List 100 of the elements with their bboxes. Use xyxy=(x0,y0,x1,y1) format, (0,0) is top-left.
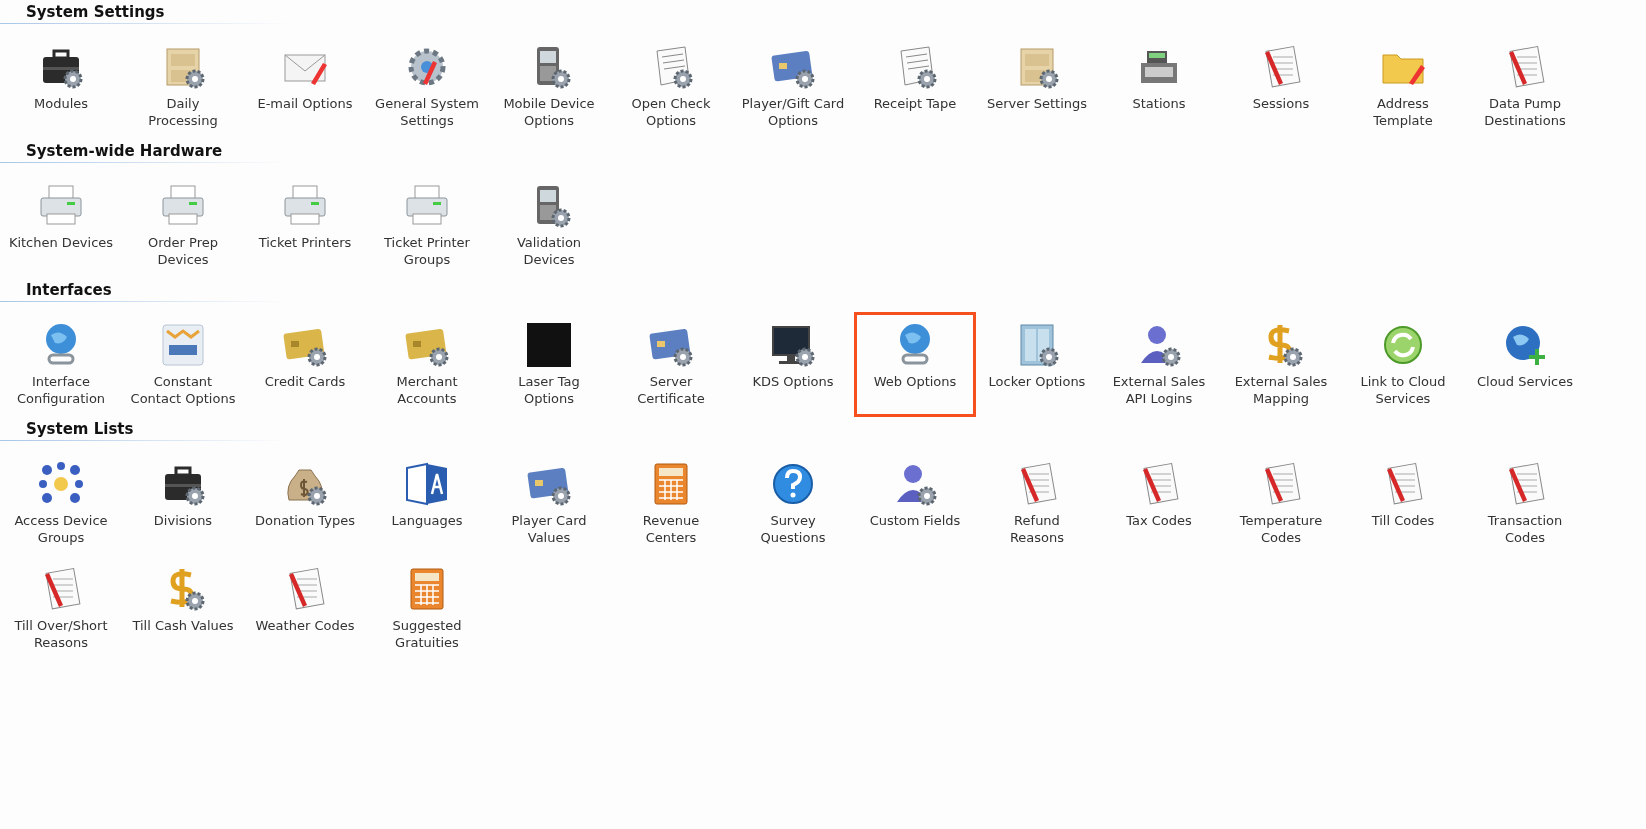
settings-tile[interactable]: Address Template xyxy=(1342,34,1464,139)
settings-tile[interactable]: Daily Processing xyxy=(122,34,244,139)
tile-label: Ticket Printers xyxy=(258,234,352,251)
tile-label: External Sales Mapping xyxy=(1234,373,1328,407)
settings-tile[interactable]: General System Settings xyxy=(366,34,488,139)
tile-label: Sessions xyxy=(1252,95,1310,112)
settings-tile[interactable]: Web Options xyxy=(854,312,976,417)
tile-label: Till Codes xyxy=(1371,512,1435,529)
tile-label: Player Card Values xyxy=(511,512,587,546)
settings-tile[interactable]: Donation Types xyxy=(244,451,366,556)
tile-label: Refund Reasons xyxy=(1009,512,1065,546)
settings-tile[interactable]: Cloud Services xyxy=(1464,312,1586,417)
settings-tile[interactable]: Transaction Codes xyxy=(1464,451,1586,556)
settings-tile[interactable]: Languages xyxy=(366,451,488,556)
settings-tile[interactable]: Stations xyxy=(1098,34,1220,139)
section-heading: System Lists xyxy=(25,419,134,440)
tile-label: Ticket Printer Groups xyxy=(384,234,470,268)
logo-icon xyxy=(159,321,207,369)
settings-tile[interactable]: KDS Options xyxy=(732,312,854,417)
settings-tile[interactable]: Server Certificate xyxy=(610,312,732,417)
settings-tile[interactable]: Validation Devices xyxy=(488,173,610,278)
tile-label: Open Check Options xyxy=(631,95,711,129)
settings-tile[interactable]: Sessions xyxy=(1220,34,1342,139)
settings-tile[interactable]: Merchant Accounts xyxy=(366,312,488,417)
tile-label: Kitchen Devices xyxy=(8,234,114,251)
settings-tile[interactable]: Laser Tag Options xyxy=(488,312,610,417)
settings-tile[interactable]: Temperature Codes xyxy=(1220,451,1342,556)
settings-tile[interactable]: Refund Reasons xyxy=(976,451,1098,556)
settings-tile[interactable]: Open Check Options xyxy=(610,34,732,139)
settings-tile[interactable]: External Sales Mapping xyxy=(1220,312,1342,417)
settings-tile[interactable]: Receipt Tape xyxy=(854,34,976,139)
tile-label: Credit Cards xyxy=(264,373,346,390)
tile-label: Cloud Services xyxy=(1476,373,1574,390)
settings-tile[interactable]: Server Settings xyxy=(976,34,1098,139)
settings-tile[interactable]: Player/Gift Card Options xyxy=(732,34,854,139)
settings-tile[interactable]: External Sales API Logins xyxy=(1098,312,1220,417)
settings-tile[interactable]: Player Card Values xyxy=(488,451,610,556)
settings-tile[interactable]: E-mail Options xyxy=(244,34,366,139)
settings-tile[interactable]: Tax Codes xyxy=(1098,451,1220,556)
settings-tile[interactable]: Interface Configuration xyxy=(0,312,122,417)
settings-tile[interactable]: Data Pump Destinations xyxy=(1464,34,1586,139)
settings-tile[interactable]: Ticket Printers xyxy=(244,173,366,278)
tile-label: General System Settings xyxy=(375,95,479,129)
settings-tile[interactable]: Survey Questions xyxy=(732,451,854,556)
tile-label: Languages xyxy=(391,512,463,529)
tile-label: Locker Options xyxy=(988,373,1086,390)
tile-label: Validation Devices xyxy=(516,234,582,268)
tile-label: Constant Contact Options xyxy=(130,373,236,407)
settings-tile[interactable]: Link to Cloud Services xyxy=(1342,312,1464,417)
settings-tile[interactable]: Weather Codes xyxy=(244,556,366,661)
settings-tile[interactable]: Order Prep Devices xyxy=(122,173,244,278)
settings-tile[interactable]: Modules xyxy=(0,34,122,139)
settings-tile[interactable]: Revenue Centers xyxy=(610,451,732,556)
settings-tile[interactable]: Credit Cards xyxy=(244,312,366,417)
tile-label: Stations xyxy=(1132,95,1186,112)
tile-label: KDS Options xyxy=(752,373,834,390)
settings-tile[interactable]: Constant Contact Options xyxy=(122,312,244,417)
tile-label: Player/Gift Card Options xyxy=(741,95,845,129)
settings-tile[interactable]: Access Device Groups xyxy=(0,451,122,556)
settings-tile[interactable]: Kitchen Devices xyxy=(0,173,122,278)
tile-label: Receipt Tape xyxy=(873,95,957,112)
tile-label: Till Cash Values xyxy=(132,617,234,634)
settings-tile[interactable]: Till Cash Values xyxy=(122,556,244,661)
settings-tile[interactable]: Till Over/Short Reasons xyxy=(0,556,122,661)
section-heading: System Settings xyxy=(25,2,165,23)
tile-label: Daily Processing xyxy=(148,95,218,129)
tile-label: Mobile Device Options xyxy=(503,95,595,129)
section-heading: System-wide Hardware xyxy=(25,141,223,162)
tile-label: External Sales API Logins xyxy=(1112,373,1206,407)
tile-label: Temperature Codes xyxy=(1239,512,1323,546)
tile-label: Server Settings xyxy=(986,95,1088,112)
tile-label: Custom Fields xyxy=(869,512,961,529)
settings-tile[interactable]: Ticket Printer Groups xyxy=(366,173,488,278)
settings-tile[interactable]: Locker Options xyxy=(976,312,1098,417)
tile-label: Donation Types xyxy=(255,512,355,529)
tile-label: Link to Cloud Services xyxy=(1360,373,1446,407)
settings-tile[interactable]: Suggested Gratuities xyxy=(366,556,488,661)
tile-label: Laser Tag Options xyxy=(518,373,580,407)
tile-label: Data Pump Destinations xyxy=(1484,95,1566,129)
tile-label: Modules xyxy=(33,95,88,112)
section-heading: Interfaces xyxy=(25,280,112,301)
tile-label: Address Template xyxy=(1373,95,1433,129)
tile-label: Interface Configuration xyxy=(16,373,106,407)
tile-label: Divisions xyxy=(153,512,213,529)
tile-label: Till Over/Short Reasons xyxy=(14,617,108,651)
settings-tile[interactable]: Divisions xyxy=(122,451,244,556)
tile-label: Server Certificate xyxy=(637,373,705,407)
tile-label: E-mail Options xyxy=(257,95,353,112)
settings-tile[interactable]: Mobile Device Options xyxy=(488,34,610,139)
tile-label: Transaction Codes xyxy=(1487,512,1563,546)
settings-tile[interactable]: Till Codes xyxy=(1342,451,1464,556)
settings-tile[interactable]: Custom Fields xyxy=(854,451,976,556)
tile-label: Order Prep Devices xyxy=(148,234,218,268)
tile-label: Merchant Accounts xyxy=(396,373,458,407)
tile-label: Revenue Centers xyxy=(642,512,700,546)
tile-label: Survey Questions xyxy=(760,512,826,546)
tile-label: Tax Codes xyxy=(1126,512,1192,529)
photo-placeholder xyxy=(525,321,573,369)
tile-label: Web Options xyxy=(873,373,957,390)
tile-label: Access Device Groups xyxy=(14,512,108,546)
